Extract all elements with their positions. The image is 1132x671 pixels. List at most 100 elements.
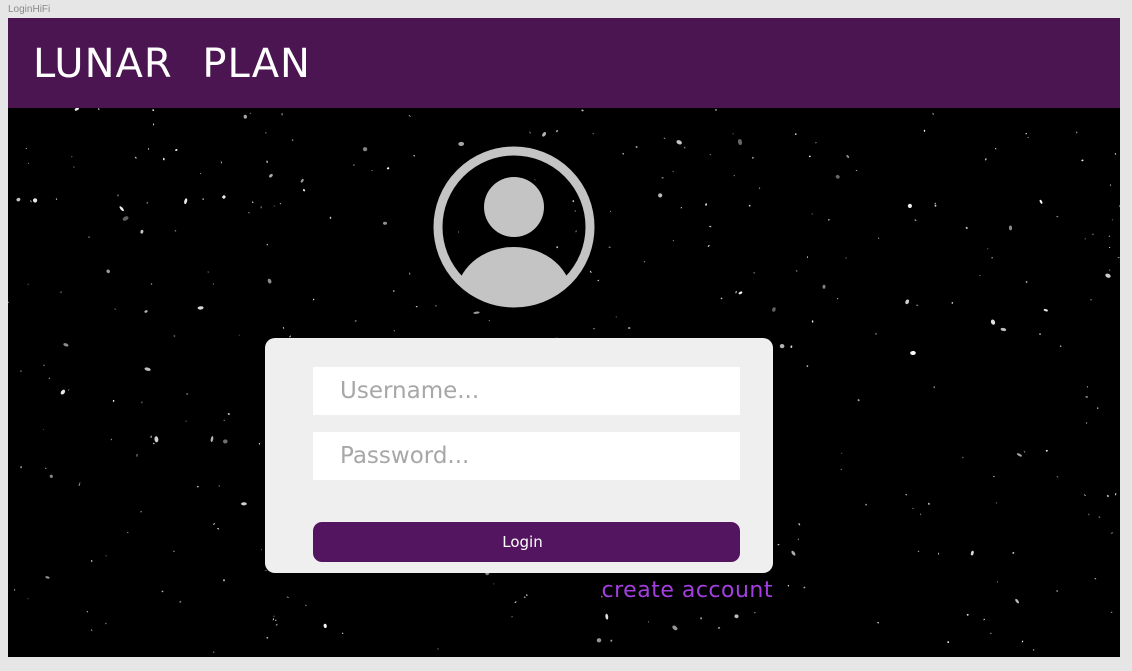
- star-speck: [362, 147, 368, 152]
- login-button[interactable]: Login: [313, 522, 740, 562]
- star-speck: [248, 211, 250, 214]
- star-speck: [1110, 611, 1113, 613]
- star-speck: [989, 632, 992, 634]
- star-speck: [275, 623, 278, 626]
- star-speck: [265, 132, 267, 134]
- star-speck: [266, 636, 269, 639]
- star-speck: [806, 256, 809, 258]
- star-speck: [473, 311, 480, 314]
- star-speck: [1094, 578, 1097, 580]
- star-speck: [875, 333, 877, 335]
- star-speck: [199, 172, 202, 175]
- star-speck: [1092, 233, 1094, 235]
- star-speck: [27, 283, 29, 285]
- star-speck: [127, 531, 129, 534]
- star-speck: [877, 622, 880, 624]
- username-input[interactable]: [313, 367, 740, 415]
- star-speck: [212, 283, 215, 285]
- star-speck: [798, 523, 801, 526]
- star-speck: [597, 279, 600, 282]
- star-speck: [408, 114, 411, 117]
- star-speck: [119, 206, 124, 212]
- star-speck: [354, 319, 357, 322]
- star-speck: [112, 399, 115, 402]
- star-speck: [134, 156, 137, 159]
- star-speck: [932, 112, 934, 115]
- star-speck: [581, 109, 584, 112]
- star-speck: [202, 198, 204, 201]
- star-speck: [966, 613, 969, 616]
- star-speck: [88, 236, 90, 238]
- star-speck: [302, 189, 306, 192]
- star-speck: [163, 157, 165, 161]
- star-speck: [493, 583, 495, 585]
- star-speck: [1012, 551, 1015, 554]
- star-speck: [526, 594, 528, 596]
- star-speck: [415, 305, 418, 308]
- star-speck: [238, 334, 240, 336]
- star-speck: [814, 142, 817, 144]
- star-speck: [437, 648, 439, 650]
- star-speck: [258, 443, 260, 445]
- star-speck: [1039, 199, 1043, 204]
- star-speck: [264, 570, 267, 571]
- star-speck: [152, 109, 155, 112]
- star-speck: [609, 210, 612, 212]
- star-speck: [1109, 184, 1112, 187]
- star-speck: [223, 419, 225, 422]
- star-speck: [991, 257, 993, 259]
- star-speck: [996, 580, 998, 583]
- star-speck: [855, 169, 858, 172]
- star-speck: [266, 160, 269, 164]
- star-speck: [914, 219, 917, 221]
- star-speck: [146, 201, 149, 204]
- star-speck: [1056, 215, 1059, 218]
- star-speck: [1119, 205, 1120, 208]
- star-speck: [777, 544, 780, 546]
- star-speck: [1056, 589, 1058, 593]
- star-speck: [965, 226, 968, 230]
- star-speck: [291, 139, 294, 141]
- star-speck: [60, 291, 62, 294]
- star-speck: [735, 290, 737, 294]
- star-speck: [210, 436, 214, 443]
- password-input[interactable]: [313, 432, 740, 480]
- star-speck: [269, 173, 273, 178]
- star-speck: [30, 200, 32, 203]
- user-avatar-icon: [433, 146, 595, 308]
- star-speck: [803, 586, 806, 589]
- star-speck: [300, 178, 304, 183]
- star-speck: [341, 632, 344, 634]
- star-speck: [1088, 513, 1090, 516]
- star-speck: [753, 612, 756, 614]
- star-speck: [720, 297, 723, 300]
- star-speck: [680, 207, 682, 209]
- star-speck: [928, 502, 930, 505]
- star-speck: [627, 327, 631, 329]
- star-speck: [386, 167, 390, 170]
- create-account-link[interactable]: create account: [602, 578, 773, 604]
- star-speck: [1117, 257, 1120, 259]
- star-speck: [934, 204, 937, 207]
- star-speck: [734, 614, 739, 619]
- star-speck: [806, 365, 809, 368]
- star-speck: [179, 601, 182, 603]
- star-speck: [635, 146, 638, 148]
- star-speck: [279, 203, 282, 205]
- star-speck: [1027, 136, 1029, 138]
- star-speck: [105, 554, 107, 557]
- star-speck: [672, 170, 674, 173]
- star-speck: [371, 170, 373, 171]
- frame-label: LoginHiFi: [8, 4, 51, 15]
- star-speck: [286, 596, 289, 598]
- star-speck: [144, 367, 151, 371]
- star-speck: [97, 108, 100, 110]
- star-speck: [1096, 407, 1099, 409]
- star-speck: [878, 237, 880, 239]
- star-speck: [1023, 450, 1026, 453]
- star-speck: [488, 320, 490, 322]
- star-speck: [796, 270, 798, 272]
- star-speck: [947, 641, 950, 643]
- star-speck: [951, 302, 954, 304]
- star-speck: [173, 335, 176, 337]
